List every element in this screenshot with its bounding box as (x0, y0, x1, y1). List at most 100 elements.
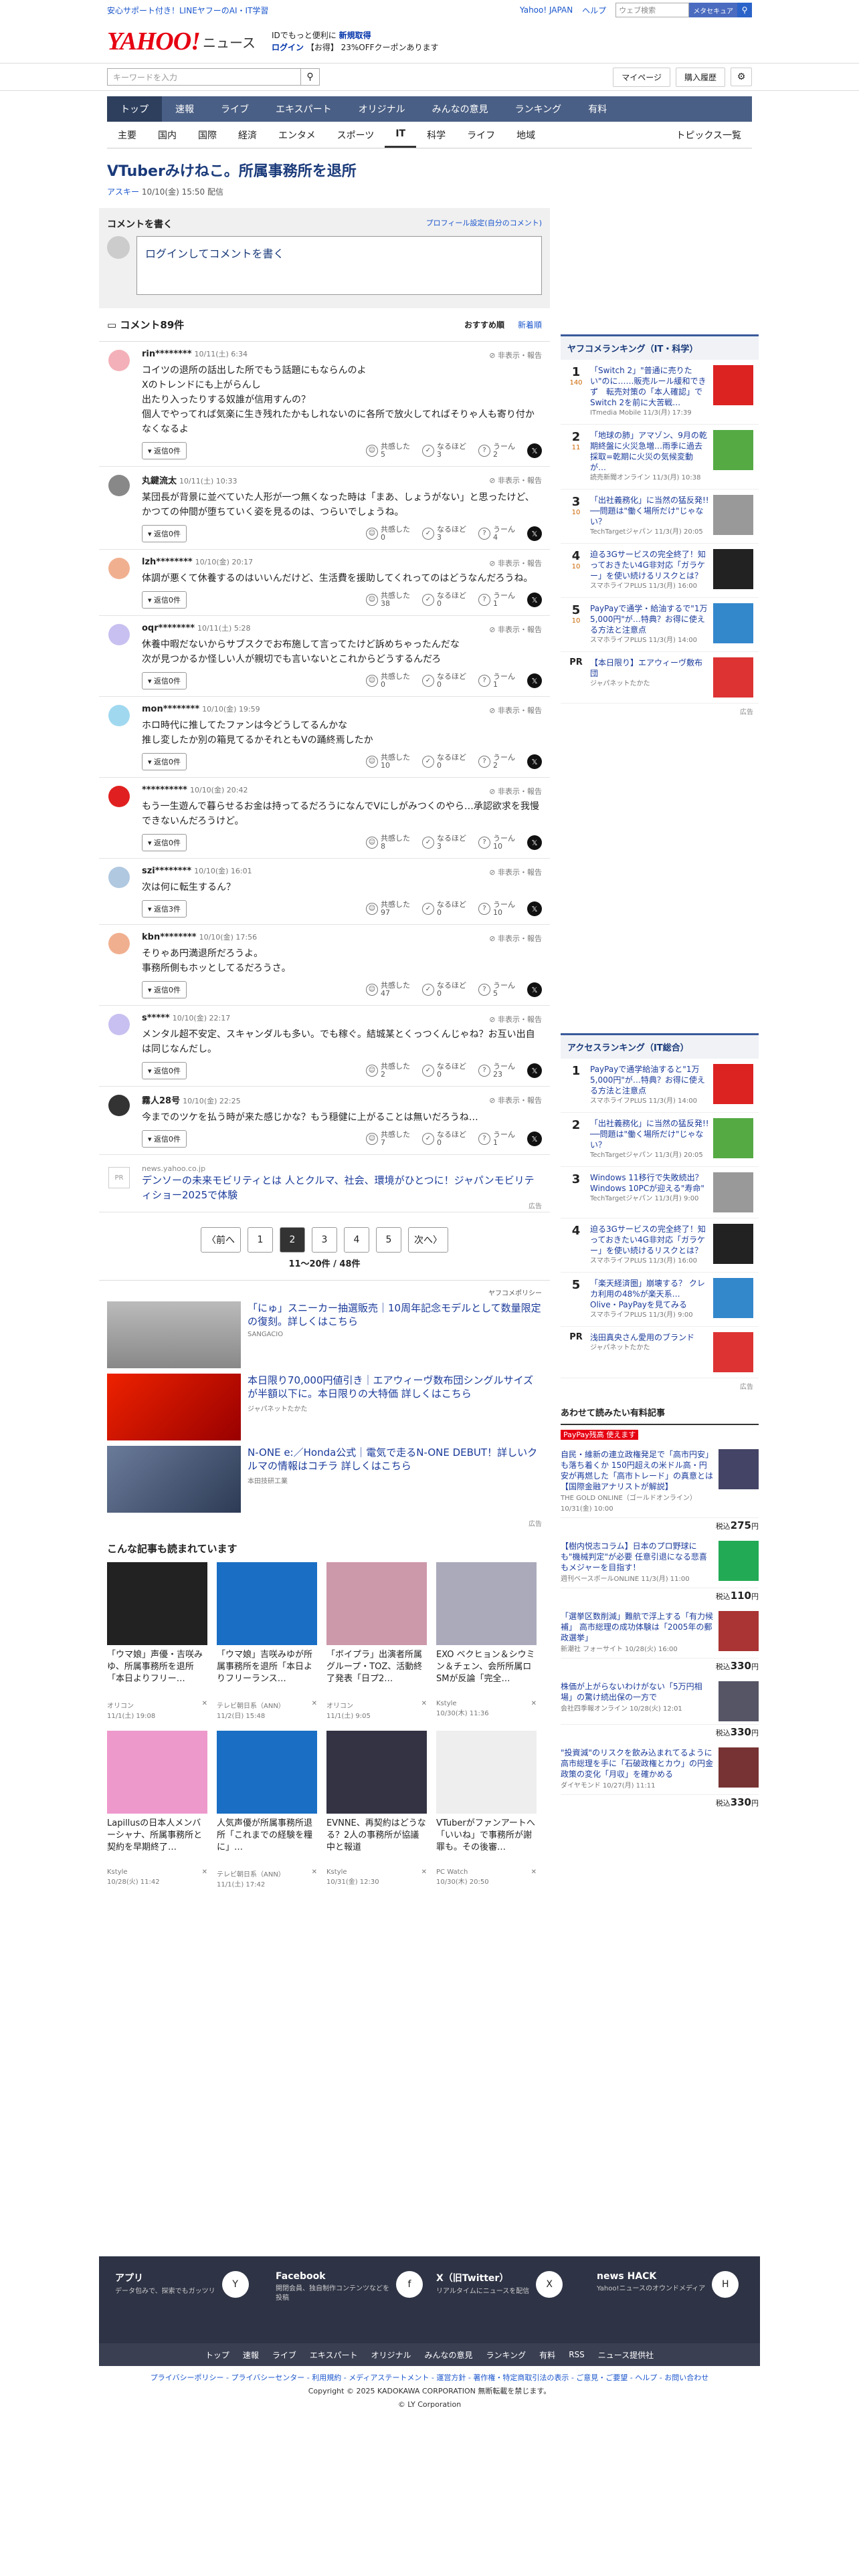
social-icon[interactable]: Y (221, 2271, 249, 2298)
close-icon[interactable]: ✕ (421, 1868, 427, 1886)
footer-social-item[interactable]: アプリ データ包みで、探索でもガッツリ Y (115, 2271, 262, 2329)
close-icon[interactable]: ✕ (202, 1700, 207, 1720)
paid-thumbnail[interactable] (719, 1611, 759, 1651)
footer-nav-item[interactable]: ニュース提供社 (598, 2349, 654, 2361)
related-card-title[interactable]: 「ウマ娘」吉咲みゆが所属事務所を退所「本日よりフリーランス… (217, 1649, 317, 1697)
paid-item[interactable]: 自民・維新の連立政権発足で「高市円安」も落ち着くか 150円超えの米ドル高・円安… (561, 1444, 759, 1535)
hmm-button[interactable]: ? うーん 23 (478, 1063, 515, 1079)
comment-user[interactable]: szi******** 10/10(金) 16:01 (142, 865, 542, 876)
empathy-button[interactable]: ☺ 共感した 47 (366, 982, 410, 998)
comment-username[interactable]: s***** (142, 1013, 170, 1023)
insight-button[interactable]: ✓ なるほど 0 (422, 901, 466, 917)
x-share-icon[interactable]: 𝕏 (527, 754, 542, 769)
tab-topics-list[interactable]: トピックス一覧 (665, 122, 752, 148)
avatar[interactable] (108, 475, 130, 496)
pr-thumbnail[interactable] (713, 1332, 753, 1372)
pr-title[interactable]: 浅田真央さん愛用のブランド (590, 1333, 694, 1342)
avatar[interactable] (108, 350, 130, 371)
related-card-title[interactable]: EXO ベクヒョン＆シウミン＆チェン、会所所属ロSMが反論「完全… (436, 1649, 537, 1697)
report-link[interactable]: ⊘ 非表示・報告 (489, 1095, 542, 1105)
rank-title[interactable]: PayPayで通学給油すると"1万5,000円"が…特典？お得に使える方法と注意… (590, 1065, 705, 1095)
comment-ranking-title[interactable]: ヤフコメランキング（IT・科学） (561, 334, 759, 360)
pr-title[interactable]: 【本日限り】エアウィーヴ敷布団 (590, 658, 702, 678)
gnav-paid[interactable]: 有料 (575, 96, 620, 122)
tab-entertainment[interactable]: エンタメ (268, 122, 326, 148)
insight-button[interactable]: ✓ なるほど 0 (422, 1131, 466, 1147)
footer-nav-item[interactable]: オリジナル (371, 2349, 411, 2361)
avatar[interactable] (108, 558, 130, 579)
hmm-button[interactable]: ? うーん 1 (478, 673, 515, 689)
promo-link[interactable]: 安心サポート付き！LINEヤフーのAI・IT学習 (107, 5, 268, 16)
related-card[interactable]: VTuberがファンアートへ「いいね」で事務所が謝罪も。その後審… PC Wat… (436, 1731, 537, 1889)
empathy-button[interactable]: ☺ 共感した 0 (366, 673, 410, 689)
related-card-title[interactable]: 「ウマ娘」声優・吉咲みゆ、所属事務所を退所「本日よりフリー… (107, 1649, 207, 1697)
empathy-button[interactable]: ☺ 共感した 7 (366, 1131, 410, 1147)
ad-item[interactable]: 「にゅ」スニーカー抽選販売｜10周年記念モデルとして数量限定の復刻。詳しくはこち… (107, 1301, 542, 1368)
footer-nav-item[interactable]: エキスパート (310, 2349, 358, 2361)
close-icon[interactable]: ✕ (421, 1700, 427, 1720)
ad-item[interactable]: N-ONE e:／Honda公式｜電気で走るN-ONE DEBUT！詳しいクルマ… (107, 1446, 542, 1513)
hmm-button[interactable]: ? うーん 2 (478, 443, 515, 459)
paid-thumbnail[interactable] (719, 1681, 759, 1721)
meta-secure-button[interactable]: メタセキュア (689, 3, 737, 17)
hmm-button[interactable]: ? うーん 1 (478, 592, 515, 608)
rank-title[interactable]: PayPayで通学・給油するで"1万5,000円"が…特典？お得に使える方法と注… (590, 604, 707, 635)
x-share-icon[interactable]: 𝕏 (527, 1132, 542, 1146)
x-share-icon[interactable]: 𝕏 (527, 526, 542, 541)
footer-nav-item[interactable]: 速報 (243, 2349, 259, 2361)
tab-life[interactable]: ライフ (456, 122, 506, 148)
rank-thumbnail[interactable] (713, 430, 753, 470)
web-search-input[interactable]: ウェブ検索 (615, 3, 690, 17)
close-icon[interactable]: ✕ (531, 1700, 537, 1717)
footer-social-title[interactable]: Facebook (276, 2271, 389, 2282)
paid-title[interactable]: 【樹内悦志コラム】日本のプロ野球にも"機械判定"が必要 任意引退になる悲喜もメジ… (561, 1541, 707, 1572)
comment-user[interactable]: kbn******** 10/10(金) 17:56 (142, 932, 542, 942)
comment-username[interactable]: lzh******** (142, 557, 193, 567)
sort-newest[interactable]: 新着順 (518, 319, 542, 330)
close-icon[interactable]: ✕ (312, 1868, 317, 1889)
replies-button[interactable]: ▾ 返信3件 (142, 900, 187, 918)
rank-thumbnail[interactable] (713, 549, 753, 589)
close-icon[interactable]: ✕ (202, 1868, 207, 1886)
related-card[interactable]: 「ウマ娘」吉咲みゆが所属事務所を退所「本日よりフリーランス… テレビ朝日系（AN… (217, 1562, 317, 1720)
related-thumbnail[interactable] (107, 1562, 207, 1645)
social-icon[interactable]: H (712, 2271, 739, 2298)
insight-button[interactable]: ✓ なるほど 0 (422, 673, 466, 689)
report-link[interactable]: ⊘ 非表示・報告 (489, 558, 542, 568)
yahoo-japan-link[interactable]: Yahoo! JAPAN (520, 5, 573, 15)
page-2[interactable]: 2 (280, 1227, 305, 1253)
paid-item[interactable]: 株価が上がらないわけがない「5万円相場」の驚け続出保の一方で 会社四季報オンライン… (561, 1676, 759, 1742)
gnav-top[interactable]: トップ (107, 96, 162, 122)
footer-nav-item[interactable]: ランキング (486, 2349, 527, 2361)
tab-sports[interactable]: スポーツ (326, 122, 385, 148)
comment-user[interactable]: 霧人28号 10/10(金) 22:25 (142, 1093, 542, 1106)
related-card-title[interactable]: Lapillusの日本人メンバーシャナ、所属事務所と契約を早期終了… (107, 1818, 207, 1866)
related-card[interactable]: 「ボイプラ」出演者所属グループ・TOZ、活動終了発表「日プ2… オリコン 11/1… (326, 1562, 427, 1720)
replies-button[interactable]: ▾ 返信0件 (142, 672, 187, 689)
insight-button[interactable]: ✓ なるほど 0 (422, 1063, 466, 1079)
rank-thumbnail[interactable] (713, 1064, 753, 1104)
paid-item[interactable]: 【樹内悦志コラム】日本のプロ野球にも"機械判定"が必要 任意引退になる悲喜もメジ… (561, 1535, 759, 1606)
replies-button[interactable]: ▾ 返信0件 (142, 1062, 187, 1079)
footer-nav-item[interactable]: トップ (205, 2349, 229, 2361)
report-link[interactable]: ⊘ 非表示・報告 (489, 624, 542, 635)
ad-image-sneaker[interactable] (107, 1301, 241, 1368)
replies-button[interactable]: ▾ 返信0件 (142, 834, 187, 851)
empathy-button[interactable]: ☺ 共感した 0 (366, 526, 410, 542)
x-share-icon[interactable]: 𝕏 (527, 1063, 542, 1078)
replies-button[interactable]: ▾ 返信0件 (142, 981, 187, 998)
comment-user[interactable]: ********** 10/10(金) 20:42 (142, 784, 542, 795)
paid-title[interactable]: "投資減"のリスクを飲み込まれてるように 高市総理を手に「石破政権とカウ」の円金… (561, 1748, 713, 1779)
avatar[interactable] (108, 786, 130, 807)
x-share-icon[interactable]: 𝕏 (527, 901, 542, 916)
footer-social-title[interactable]: X（旧Twitter） (436, 2271, 529, 2284)
ad-item[interactable]: 本日限り70,000円値引き｜エアウィーヴ数布団シングルサイズが半額以下に。本日… (107, 1374, 542, 1440)
x-share-icon[interactable]: 𝕏 (527, 593, 542, 607)
yahoo-logo[interactable]: YAHOO! (107, 27, 201, 56)
insight-button[interactable]: ✓ なるほど 0 (422, 592, 466, 608)
paid-articles-title[interactable]: あわせて読みたい有料記事 (561, 1400, 759, 1425)
related-card[interactable]: 人気声優が所属事務所退所「これまでの経験を糧に」… テレビ朝日系（ANN） 11/… (217, 1731, 317, 1889)
comment-user[interactable]: 丸鍵流太 10/11(土) 10:33 (142, 473, 542, 486)
related-card[interactable]: Lapillusの日本人メンバーシャナ、所属事務所と契約を早期終了… Kstyl… (107, 1731, 207, 1889)
comment-username[interactable]: oqr******** (142, 623, 195, 633)
